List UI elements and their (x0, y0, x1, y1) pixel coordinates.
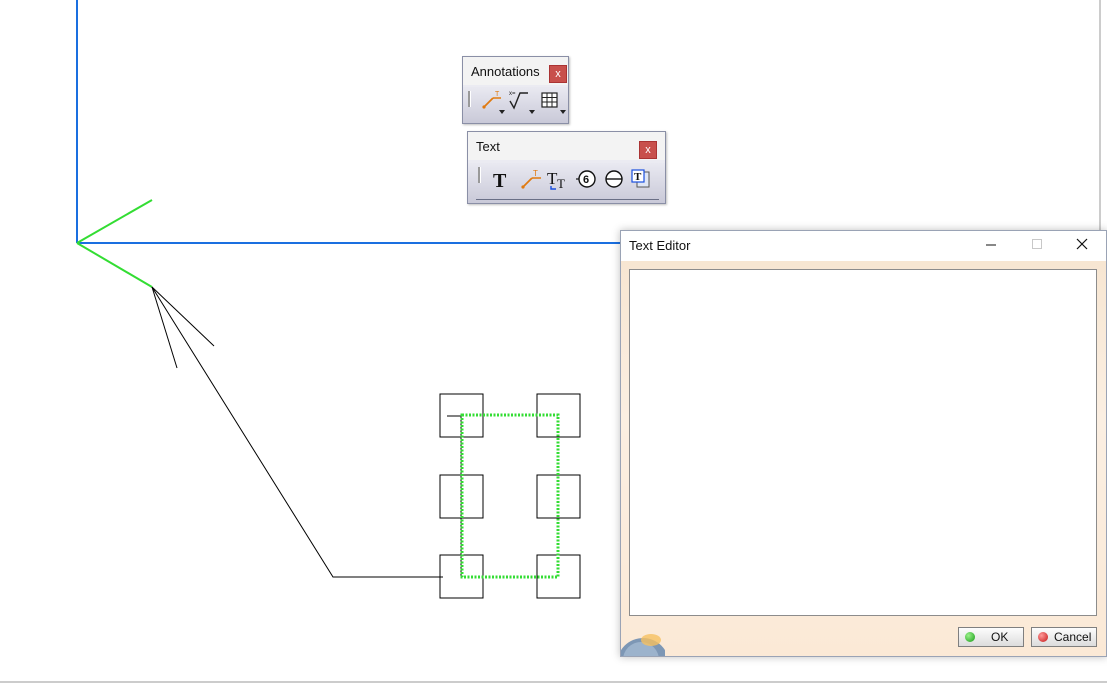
annotations-toolbar-title: Annotations (471, 64, 540, 79)
text-icon[interactable]: T (490, 168, 512, 190)
close-button[interactable] (1060, 231, 1106, 259)
axis-green-upper (76, 199, 153, 244)
text-editor-titlebar[interactable]: Text Editor (621, 231, 1106, 261)
text-editor-dialog[interactable]: Text Editor OK Cancel (620, 230, 1107, 657)
text-frame-selection (460, 413, 560, 579)
axis-green-lower (76, 242, 153, 288)
cancel-button[interactable]: Cancel (1031, 627, 1097, 647)
text-toolbar[interactable]: Text x T T T T 6 T (467, 131, 666, 204)
svg-text:T: T (557, 176, 565, 190)
text-editor-title: Text Editor (629, 238, 691, 253)
balloon-number: 6 (583, 174, 589, 186)
svg-text:T: T (493, 170, 507, 190)
close-icon (1076, 238, 1088, 250)
annotations-toolbar-body: T x= (463, 87, 568, 123)
text-editor-body: OK Cancel (621, 261, 1106, 656)
svg-text:T: T (533, 169, 538, 178)
roughness-symbol-icon[interactable]: x= (507, 89, 529, 111)
annotations-toolbar[interactable]: Annotations x T x= (462, 56, 569, 124)
text-with-leader-icon[interactable]: T (520, 168, 542, 190)
text-toolbar-title: Text (476, 139, 500, 154)
text-toolbar-underline (476, 199, 659, 200)
datum-target-icon[interactable] (603, 168, 625, 190)
leader-text-icon[interactable]: T (481, 89, 503, 111)
ok-button[interactable]: OK (958, 627, 1024, 647)
text-toolbar-titlebar[interactable]: Text (468, 132, 665, 160)
svg-text:T: T (495, 91, 500, 98)
toolbar-grip[interactable] (468, 91, 471, 107)
balloon-icon[interactable]: 6 (575, 168, 597, 190)
leader-text-dropdown[interactable] (499, 110, 505, 114)
maximize-icon (1032, 239, 1042, 249)
maximize-button (1014, 231, 1060, 259)
ok-green-icon (965, 632, 975, 642)
svg-text:x=: x= (509, 91, 516, 97)
svg-text:T: T (634, 171, 642, 183)
minimize-icon (986, 244, 996, 246)
text-toolbar-body: T T T T 6 T (468, 163, 665, 203)
ok-label: OK (991, 630, 1009, 644)
table-dropdown[interactable] (560, 110, 566, 114)
text-close-button[interactable]: x (639, 141, 657, 159)
minimize-button[interactable] (968, 231, 1014, 259)
leader-line[interactable] (151, 286, 443, 578)
cancel-red-icon (1038, 632, 1048, 642)
globe-logo-icon (621, 634, 665, 656)
text-replicate-icon[interactable]: T T (547, 168, 569, 190)
table-icon[interactable] (539, 89, 561, 111)
text-input-area[interactable] (629, 269, 1097, 616)
text-template-icon[interactable]: T (630, 168, 652, 190)
annotations-close-button[interactable]: x (549, 65, 567, 83)
roughness-dropdown[interactable] (529, 110, 535, 114)
toolbar-grip[interactable] (478, 167, 481, 183)
cancel-label: Cancel (1054, 630, 1092, 644)
